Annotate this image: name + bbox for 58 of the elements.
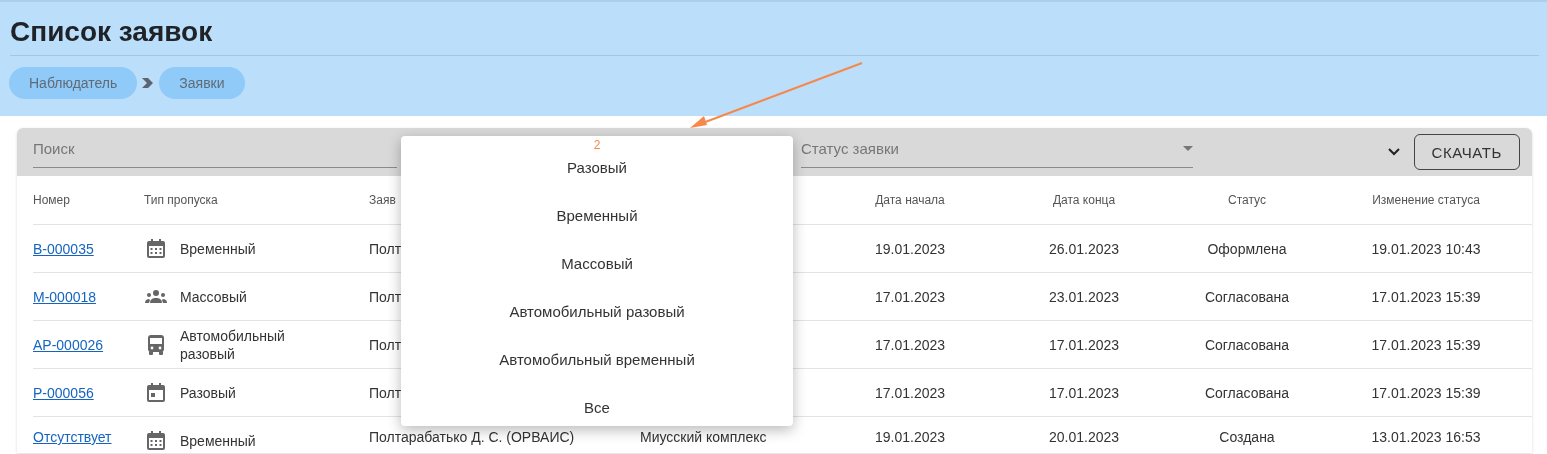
- pass-type-label: Временный: [180, 239, 256, 258]
- table-cell: 19.01.2023 10:43: [1371, 240, 1481, 257]
- table-cell: 17.01.2023: [1048, 336, 1120, 353]
- pass-type-label: Массовый: [180, 287, 247, 306]
- table-cell: Полтарабатько Д. С. (ОРВАИС): [369, 429, 575, 445]
- table-cell: 17.01.2023 15:39: [1371, 336, 1481, 353]
- table-cell: 17.01.2023 15:39: [1371, 288, 1481, 305]
- table-cell: Полт: [369, 240, 402, 257]
- table-cell: Согласована: [1204, 384, 1290, 401]
- column-header[interactable]: Дата конца: [1052, 193, 1116, 207]
- pass-type-label: Разовый: [180, 383, 236, 402]
- table-cell: Миусский комплекс: [640, 429, 767, 445]
- menu-item[interactable]: Автомобильный разовый: [509, 302, 685, 322]
- menu-item[interactable]: Временный: [556, 206, 638, 226]
- request-link[interactable]: В-000035: [33, 240, 94, 257]
- search-field[interactable]: Поиск: [33, 130, 397, 168]
- menu-item[interactable]: Автомобильный временный: [499, 350, 695, 370]
- table-cell: Создана: [1219, 429, 1275, 445]
- table-cell: Полт: [369, 384, 402, 401]
- annotation-number: 2: [593, 138, 601, 152]
- table-cell: 23.01.2023: [1048, 288, 1120, 305]
- table-cell: 17.01.2023: [874, 288, 946, 305]
- calendar-icon: [144, 236, 168, 261]
- table-cell: Согласована: [1204, 288, 1290, 305]
- menu-item[interactable]: Разовый: [567, 158, 627, 178]
- table-cell: Оформлена: [1207, 240, 1287, 257]
- column-header[interactable]: Дата начала: [875, 193, 945, 207]
- column-header[interactable]: Тип пропуска: [144, 193, 218, 207]
- request-link[interactable]: М-000018: [33, 288, 97, 305]
- table-cell: 17.01.2023: [1048, 384, 1120, 401]
- page-title: Список заявок: [10, 2, 1539, 56]
- pass-type-label: Временный: [180, 432, 256, 450]
- column-header[interactable]: Изменение статуса: [1372, 193, 1480, 207]
- table-cell: 17.01.2023: [874, 384, 946, 401]
- request-link[interactable]: АР-000026: [33, 336, 104, 353]
- table-cell: 20.01.2023: [1048, 429, 1120, 445]
- menu-item[interactable]: Все: [584, 398, 610, 418]
- request-link[interactable]: Отсутствует: [33, 429, 112, 445]
- table-cell: 17.01.2023 15:39: [1371, 384, 1481, 401]
- table-cell: 19.01.2023: [874, 429, 946, 445]
- request-link[interactable]: Р-000056: [33, 384, 94, 401]
- column-header[interactable]: Статус: [1228, 193, 1266, 207]
- column-header[interactable]: Номер: [33, 193, 70, 207]
- table-cell: 19.01.2023: [874, 240, 946, 257]
- column-header[interactable]: Заяв: [369, 193, 396, 207]
- breadcrumb-separator-icon: [141, 77, 156, 89]
- dropdown-caret-icon: [1183, 146, 1193, 151]
- table-cell: Полт: [369, 288, 402, 305]
- expand-chevron-icon[interactable]: [1387, 148, 1400, 156]
- table-cell: Полт: [369, 336, 402, 353]
- table-cell: 13.01.2023 16:53: [1371, 429, 1481, 445]
- calendar-icon: [144, 380, 168, 405]
- table-cell: 17.01.2023: [874, 336, 946, 353]
- table-cell: Согласована: [1204, 336, 1290, 353]
- pass-type-label: Автомобильный разовый: [180, 326, 286, 363]
- table-cell: 26.01.2023: [1048, 240, 1120, 257]
- download-button[interactable]: СКАЧАТЬ: [1413, 134, 1520, 170]
- menu-item[interactable]: Массовый: [561, 254, 633, 274]
